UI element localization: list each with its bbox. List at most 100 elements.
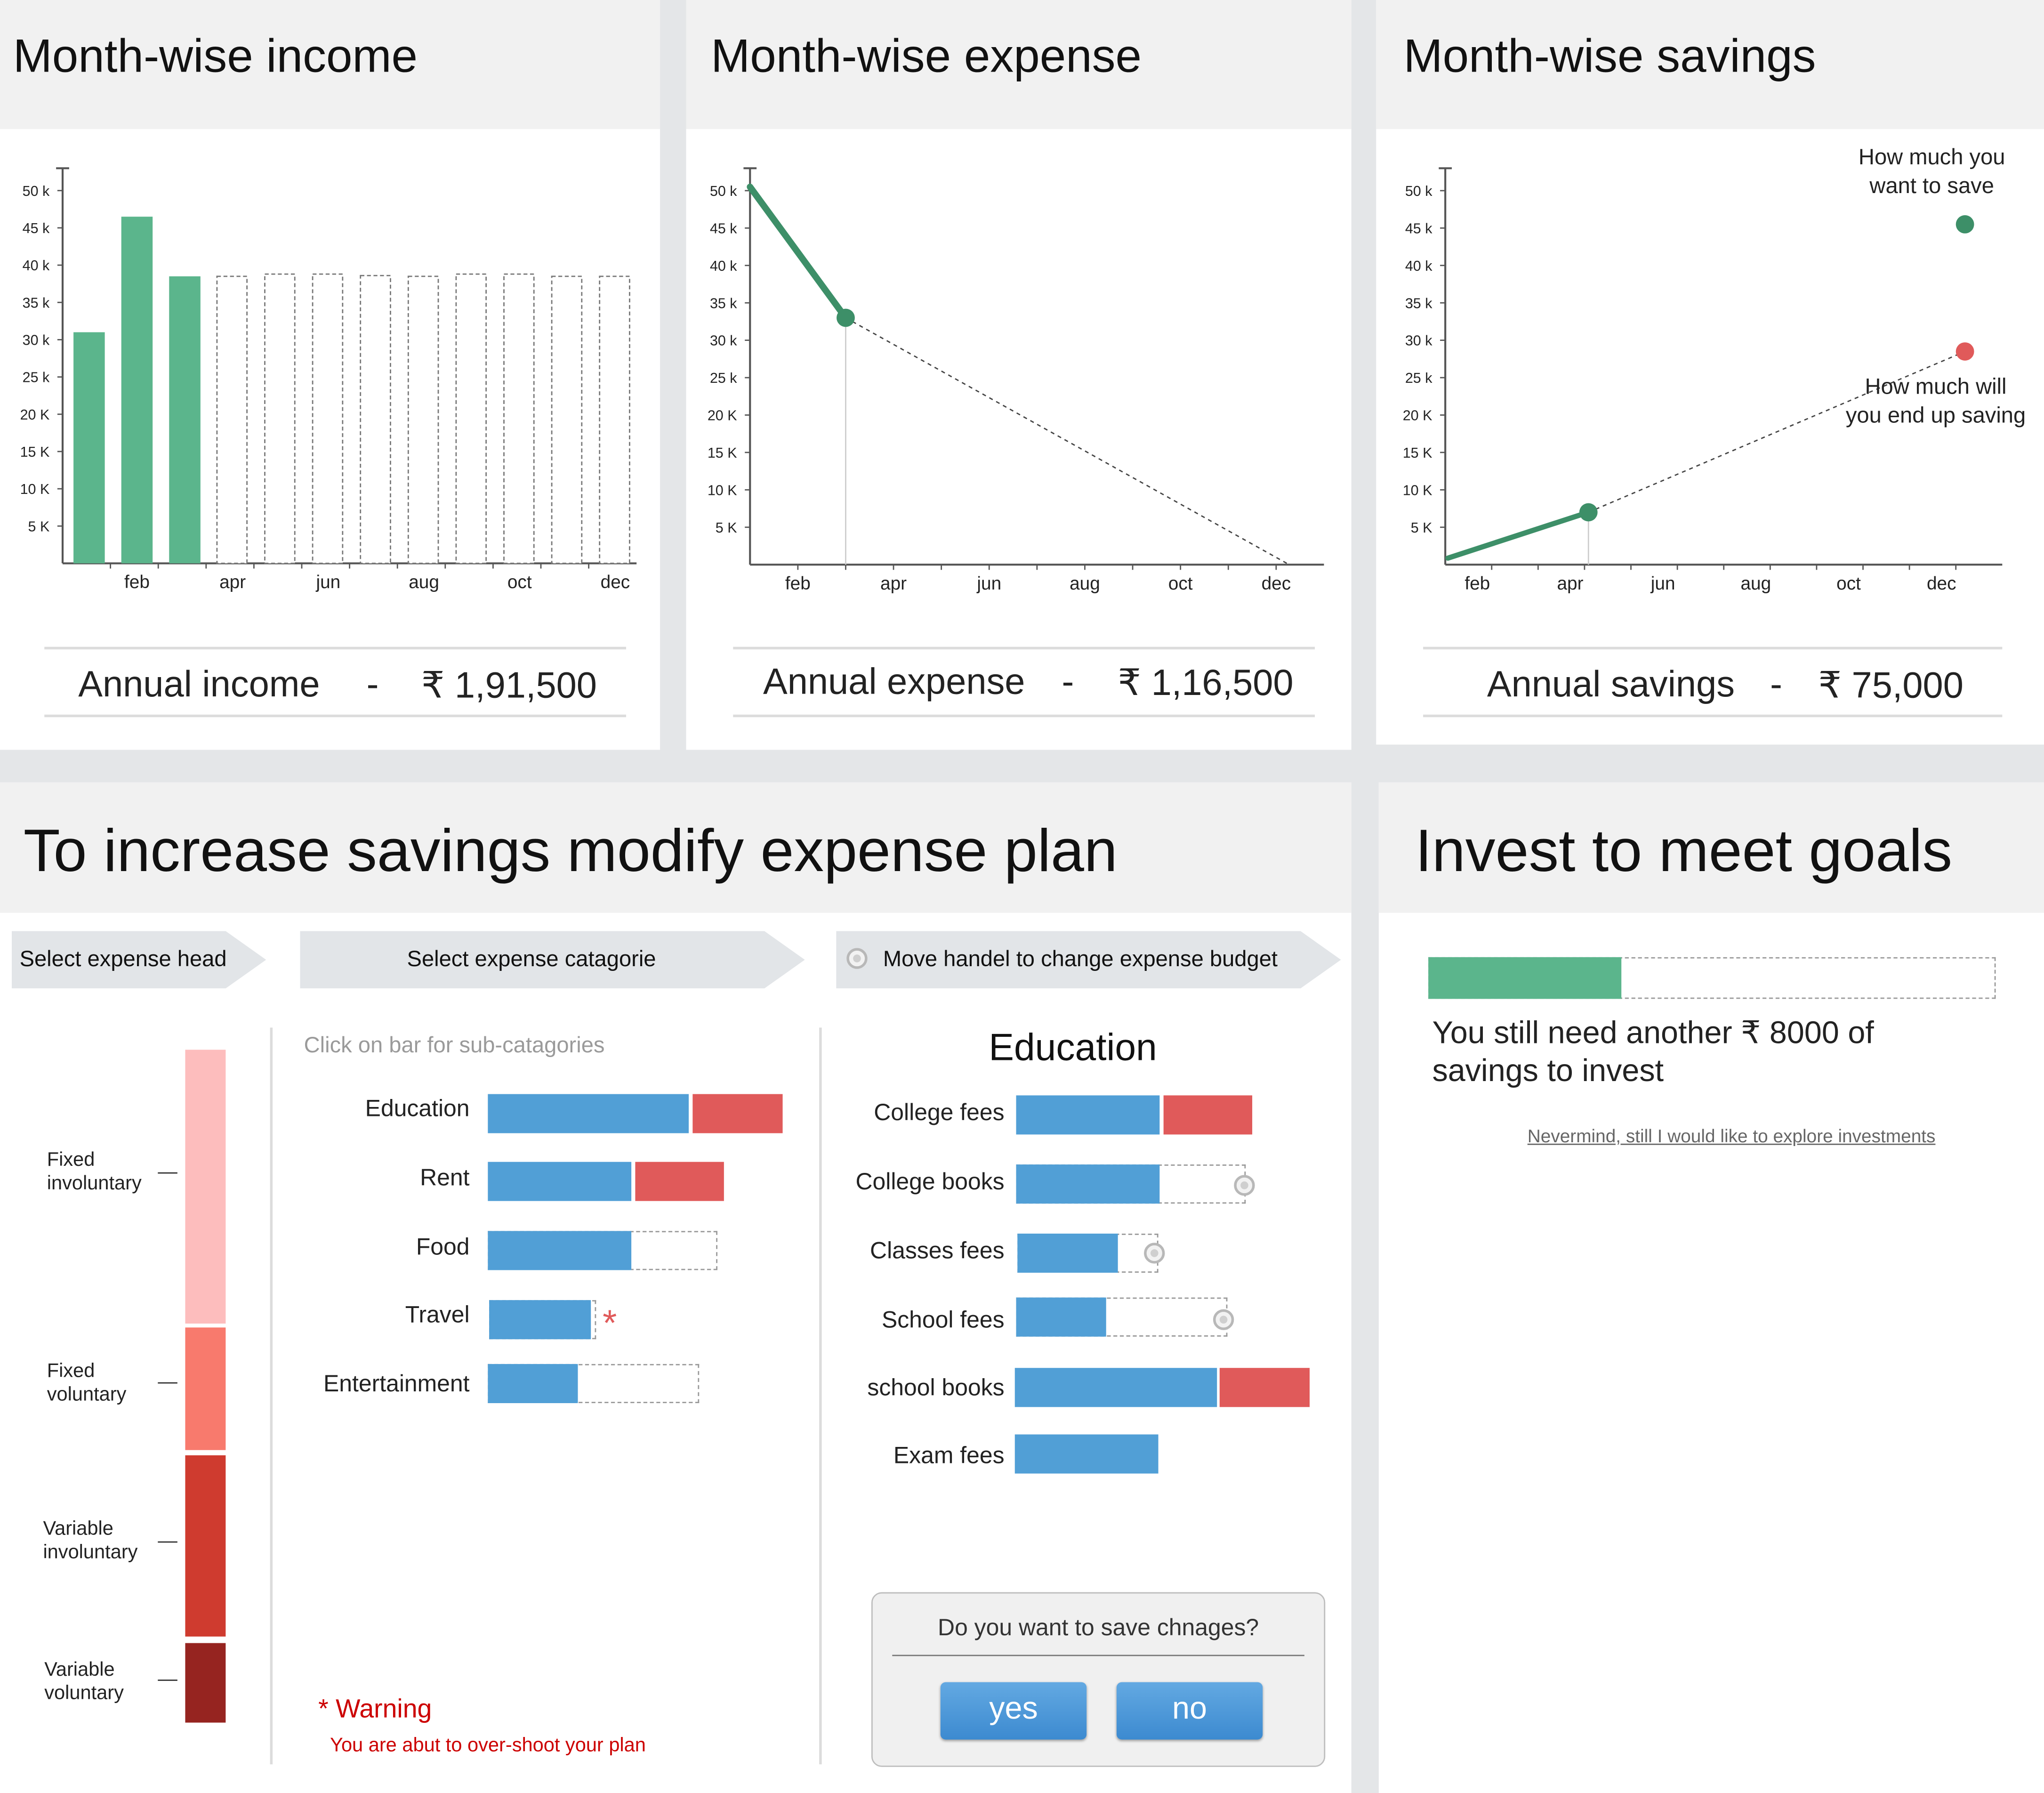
x-tick-label: jun: [315, 572, 340, 592]
y-tick-label: 45 k: [710, 220, 737, 236]
savings-summary-bottom-rule: [1423, 714, 2003, 718]
subcategory-label-school-fees: School fees: [881, 1307, 1005, 1333]
subcategory-bar-school-books-spent[interactable]: [1014, 1368, 1217, 1407]
savings-target-point: [1955, 215, 1974, 234]
x-tick-label: jun: [1650, 573, 1675, 594]
expense-actual-line: [747, 184, 849, 321]
expense-head-fixed-voluntary[interactable]: [185, 1327, 226, 1450]
income-bar-planned: [503, 273, 535, 564]
y-tick-label: 35 k: [710, 295, 737, 311]
category-label-food: Food: [416, 1233, 470, 1260]
subcategory-handle-classes-fees[interactable]: [1144, 1243, 1165, 1264]
subcategory-label-college-books: College books: [855, 1168, 1005, 1195]
y-tick-label: 20 K: [1403, 408, 1432, 424]
head-label-fixed-voluntary: Fixed voluntary: [47, 1360, 127, 1407]
expense-current-point: [837, 308, 855, 327]
savings-target-label-line1: How much you: [1858, 145, 2005, 170]
invest-panel: Invest to meet goals You still need anot…: [1378, 782, 2044, 1793]
savings-target-label: How much you want to save: [1819, 144, 2044, 201]
subcategory-label-classes-fees: Classes fees: [870, 1237, 1005, 1264]
x-tick-label: apr: [1557, 573, 1583, 594]
y-tick-label: 20 K: [20, 407, 50, 423]
modify-plan-header: To increase savings modify expense plan: [0, 782, 1352, 913]
category-label-education: Education: [365, 1095, 470, 1122]
modify-plan-title: To increase savings modify expense plan: [23, 816, 1118, 884]
subcategory-handle-school-fees[interactable]: [1213, 1309, 1234, 1330]
savings-projection-label: How much will you end up saving: [1827, 373, 2044, 430]
invest-message-line1: You still need another ₹ 8000 of: [1432, 1016, 1874, 1051]
savings-panel: Month-wise savings 50 k 45 k 40 k 35 k 30 k2…: [1376, 0, 2044, 745]
category-bar-entertainment-spent[interactable]: [488, 1364, 578, 1403]
savings-projection-label-line2: you end up saving: [1845, 403, 2026, 428]
expense-panel: Month-wise expense 50 k 45 k 40 k 35 k 30 k2…: [686, 0, 1352, 750]
subcategory-bar-college-fees-spent[interactable]: [1016, 1095, 1160, 1135]
handle-icon: [846, 948, 868, 969]
x-tick-label: apr: [219, 572, 246, 592]
warning-text: You are abut to over-shoot your plan: [330, 1734, 646, 1757]
category-bar-education-spent[interactable]: [488, 1094, 689, 1133]
category-bar-travel-spent[interactable]: [489, 1300, 591, 1340]
y-tick-label: 40 k: [23, 258, 50, 274]
invest-message-line2: savings to invest: [1432, 1053, 1664, 1089]
save-changes-dialog: Do you want to save chnages? yes no: [871, 1592, 1326, 1767]
income-chart: 50 k 45 k 40 k 35 k 30 k 25 k 20 K 15 K 10 K 5 K f…: [20, 167, 637, 592]
subcategory-bar-school-fees-spent[interactable]: [1016, 1297, 1106, 1337]
income-bar-planned: [551, 275, 583, 564]
x-tick-label: aug: [1070, 573, 1100, 594]
y-tick-label: 5 K: [716, 520, 737, 536]
x-tick-label: feb: [785, 573, 811, 594]
expense-summary-top-rule: [733, 646, 1315, 650]
invest-progress-fill: [1428, 957, 1621, 999]
step-2-label: Select expense catagorie: [407, 946, 656, 972]
head-tick: [158, 1680, 177, 1681]
invest-title: Invest to meet goals: [1415, 816, 1953, 884]
subcategory-label-exam-fees: Exam fees: [893, 1442, 1005, 1469]
subcategory-bar-classes-fees-spent[interactable]: [1017, 1233, 1118, 1273]
category-bar-rent-spent[interactable]: [488, 1162, 632, 1201]
expense-head-variable-voluntary[interactable]: [185, 1643, 226, 1723]
y-tick-label: 25 k: [1405, 370, 1432, 386]
y-tick-label: 35 k: [1405, 295, 1432, 311]
subcategory-handle-college-books[interactable]: [1234, 1175, 1255, 1196]
explore-investments-link[interactable]: Nevermind, still I would like to explore…: [1528, 1125, 1936, 1146]
step-3-label: Move handel to change expense budget: [883, 946, 1278, 972]
subcategory-bar-exam-fees-spent[interactable]: [1014, 1434, 1159, 1474]
category-bar-education-over[interactable]: [692, 1094, 783, 1133]
expense-chart: 50 k 45 k 40 k 35 k 30 k 25 k 20 K 15 K 10 K 5 K f…: [708, 167, 1324, 594]
category-bar-rent-over[interactable]: [635, 1162, 724, 1201]
income-bar-planned: [407, 275, 439, 564]
head-label-variable-involuntary: Variable involuntary: [43, 1518, 137, 1565]
expense-annual-label: Annual expense: [763, 661, 1025, 702]
subcategory-bar-school-books-over[interactable]: [1219, 1368, 1310, 1407]
category-bar-food-spent[interactable]: [488, 1231, 632, 1270]
income-summary-top-rule: [44, 646, 627, 650]
yes-button[interactable]: yes: [940, 1682, 1087, 1740]
subcategory-bar-college-books-spent[interactable]: [1016, 1164, 1160, 1204]
x-tick-label: aug: [1741, 573, 1771, 594]
income-bar-planned: [599, 275, 630, 564]
expense-head-fixed-involuntary[interactable]: [185, 1050, 226, 1324]
y-tick-label: 45 k: [1405, 220, 1432, 236]
head-tick: [158, 1541, 177, 1543]
x-tick-label: oct: [507, 572, 532, 592]
expense-head-variable-involuntary[interactable]: [185, 1455, 226, 1637]
category-label-rent: Rent: [420, 1164, 470, 1191]
savings-actual-line: [1445, 509, 1591, 561]
y-tick-label: 15 K: [20, 444, 50, 460]
y-tick-label: 15 K: [1403, 445, 1432, 461]
y-tick-label: 30 k: [710, 333, 737, 349]
x-tick-label: dec: [1262, 573, 1291, 594]
y-tick-label: 35 k: [23, 295, 50, 311]
head-label-line2: voluntary: [44, 1682, 124, 1704]
savings-projection-point: [1955, 342, 1974, 361]
y-tick-label: 10 K: [20, 481, 50, 497]
y-tick-label: 50 k: [1405, 183, 1432, 199]
y-tick-label: 15 K: [708, 445, 737, 461]
head-label-line2: involuntary: [47, 1172, 142, 1195]
x-tick-label: dec: [1927, 573, 1956, 594]
subcategory-bar-college-fees-over[interactable]: [1163, 1095, 1253, 1135]
y-tick-label: 40 k: [710, 258, 737, 274]
expense-summary-bottom-rule: [733, 714, 1315, 718]
savings-summary-top-rule: [1423, 646, 2003, 650]
no-button[interactable]: no: [1116, 1682, 1263, 1740]
